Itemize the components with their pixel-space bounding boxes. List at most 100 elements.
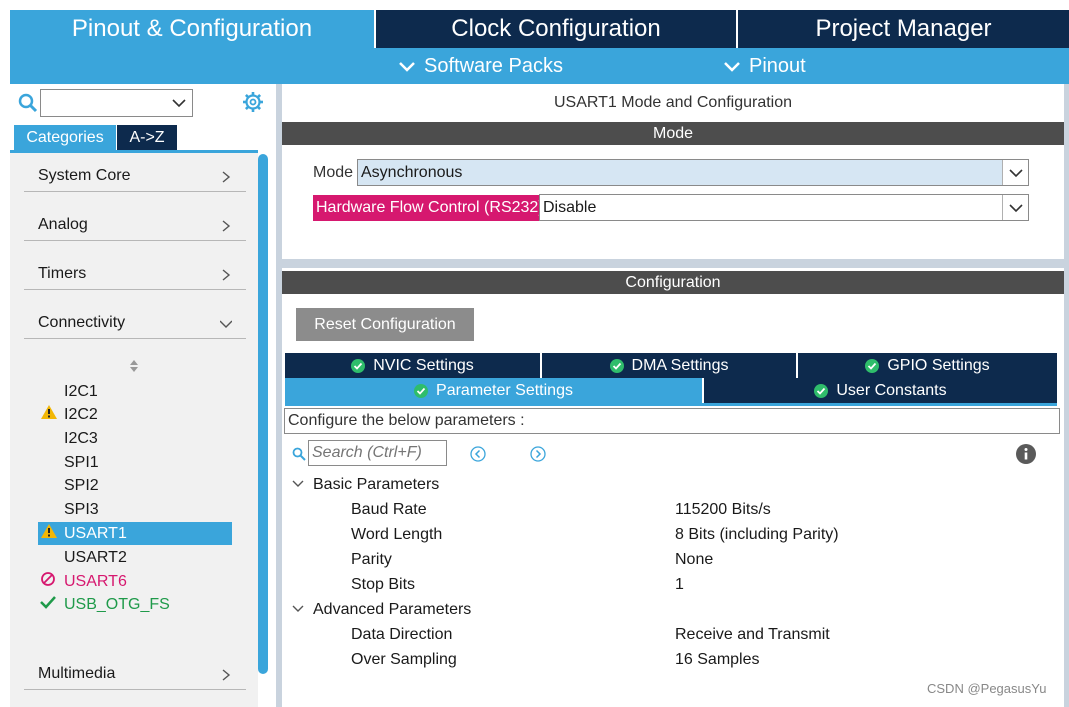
reset-configuration-button[interactable]: Reset Configuration [296,308,474,341]
tab-project-manager[interactable]: Project Manager [738,10,1069,48]
check-circle-icon [351,358,366,373]
peripheral-label: I2C2 [64,405,98,423]
peripheral-label: SPI3 [64,500,99,518]
info-icon[interactable] [1016,444,1036,464]
param-name: Data Direction [351,626,453,643]
param-name: Baud Rate [351,501,427,518]
peripheral-i2c2[interactable]: I2C2 [38,403,232,426]
collapse-icon[interactable] [292,605,304,613]
peripheral-label: I2C3 [64,429,98,447]
tab-dma-settings[interactable]: DMA Settings [542,353,796,378]
check-icon [40,596,56,609]
parameter-search-input[interactable] [308,440,447,466]
search-icon[interactable] [18,93,38,113]
sort-icon[interactable] [129,359,139,373]
tab-a-z[interactable]: A->Z [117,125,177,150]
category-label: System Core [38,167,131,184]
category-multimedia[interactable]: Multimedia [24,656,246,690]
tab-user-constants[interactable]: User Constants [704,378,1057,403]
peripheral-usart6[interactable]: USART6 [38,570,232,593]
collapse-icon[interactable] [292,480,304,488]
chevron-right-icon [222,269,231,281]
category-analog[interactable]: Analog [24,207,246,241]
previous-result-icon[interactable] [470,446,486,462]
param-value[interactable]: 16 Samples [675,651,760,669]
category-list: System Core Analog Timers Connectivity I… [10,150,258,707]
param-name: Stop Bits [351,576,416,593]
param-name: Parity [351,551,392,568]
param-value[interactable]: 1 [675,576,684,594]
pinout-menu[interactable]: Pinout [723,48,806,84]
tab-gpio-settings[interactable]: GPIO Settings [798,353,1057,378]
next-result-icon[interactable] [530,446,546,462]
search-icon [292,447,306,461]
group-basic-parameters[interactable]: Basic Parameters [313,476,439,494]
tab-label: Clock Configuration [451,15,661,42]
configure-parameters-text: Configure the below parameters : [284,408,1060,434]
chevron-down-icon [1008,203,1023,212]
chevron-down-icon [1008,168,1023,177]
mode-header: Mode [282,122,1064,145]
peripheral-label: SPI1 [64,453,99,471]
mode-header-label: Mode [652,124,694,142]
peripheral-label: USART6 [64,572,127,590]
disabled-icon [41,572,55,586]
check-circle-icon [414,383,429,398]
group-advanced-parameters[interactable]: Advanced Parameters [313,601,471,619]
peripheral-usb-otg-fs[interactable]: USB_OTG_FS [38,593,232,616]
peripheral-label: USART1 [64,524,127,542]
category-scrollbar[interactable] [258,154,268,674]
software-packs-menu[interactable]: Software Packs [398,48,563,84]
peripheral-label: I2C1 [64,382,98,400]
peripheral-usart1[interactable]: USART1 [38,522,232,545]
check-circle-icon [814,383,829,398]
chevron-down-icon [399,62,415,72]
peripheral-spi1[interactable]: SPI1 [38,451,232,474]
tab-pinout-configuration[interactable]: Pinout & Configuration [10,10,374,48]
chevron-down-icon [220,320,232,328]
category-label: Multimedia [38,665,116,682]
hardware-flow-control-label: Hardware Flow Control (RS232) [313,195,547,221]
peripheral-i2c3[interactable]: I2C3 [38,427,232,450]
panel-title: USART1 Mode and Configuration [553,94,793,111]
category-connectivity[interactable]: Connectivity [24,305,246,339]
watermark: CSDN @PegasusYu [927,681,1047,696]
hwfc-select-value: Disable [543,198,597,216]
tab-parameter-settings[interactable]: Parameter Settings [285,378,702,403]
peripheral-spi3[interactable]: SPI3 [38,498,232,521]
configuration-section: Configuration Reset Configuration NVIC S… [282,268,1064,707]
param-value[interactable]: 8 Bits (including Parity) [675,526,839,544]
tab-a-z-label: A->Z [129,128,165,146]
param-name: Over Sampling [351,651,457,668]
param-value[interactable]: Receive and Transmit [675,626,830,644]
check-circle-icon [609,358,624,373]
category-timers[interactable]: Timers [24,256,246,290]
peripheral-usart2[interactable]: USART2 [38,546,232,569]
peripheral-label: USART2 [64,548,127,566]
peripheral-search-combo[interactable] [40,89,193,117]
peripheral-i2c1[interactable]: I2C1 [38,380,232,403]
category-system-core[interactable]: System Core [24,158,246,192]
check-circle-icon [865,358,880,373]
param-value[interactable]: None [675,551,713,569]
peripheral-spi2[interactable]: SPI2 [38,474,232,497]
tab-categories-label: Categories [26,128,104,146]
chevron-right-icon [222,171,231,183]
tab-label: NVIC Settings [373,356,474,374]
mode-select-value: Asynchronous [361,163,463,181]
chevron-right-icon [222,669,231,681]
pinout-label: Pinout [749,54,806,77]
tab-underline [285,403,1057,406]
category-label: Analog [38,216,88,233]
param-value[interactable]: 115200 Bits/s [675,501,771,519]
software-packs-label: Software Packs [424,54,563,77]
gear-icon[interactable] [242,91,264,113]
mode-select[interactable]: Asynchronous [357,159,1029,186]
tab-nvic-settings[interactable]: NVIC Settings [285,353,540,378]
tab-categories[interactable]: Categories [14,125,116,150]
sub-menu-bar: Software Packs Pinout [10,48,1069,84]
hardware-flow-control-select[interactable]: Disable [539,194,1029,221]
chevron-down-icon [724,62,740,72]
tab-clock-configuration[interactable]: Clock Configuration [376,10,736,48]
mode-section: USART1 Mode and Configuration Mode Mode … [282,84,1064,259]
